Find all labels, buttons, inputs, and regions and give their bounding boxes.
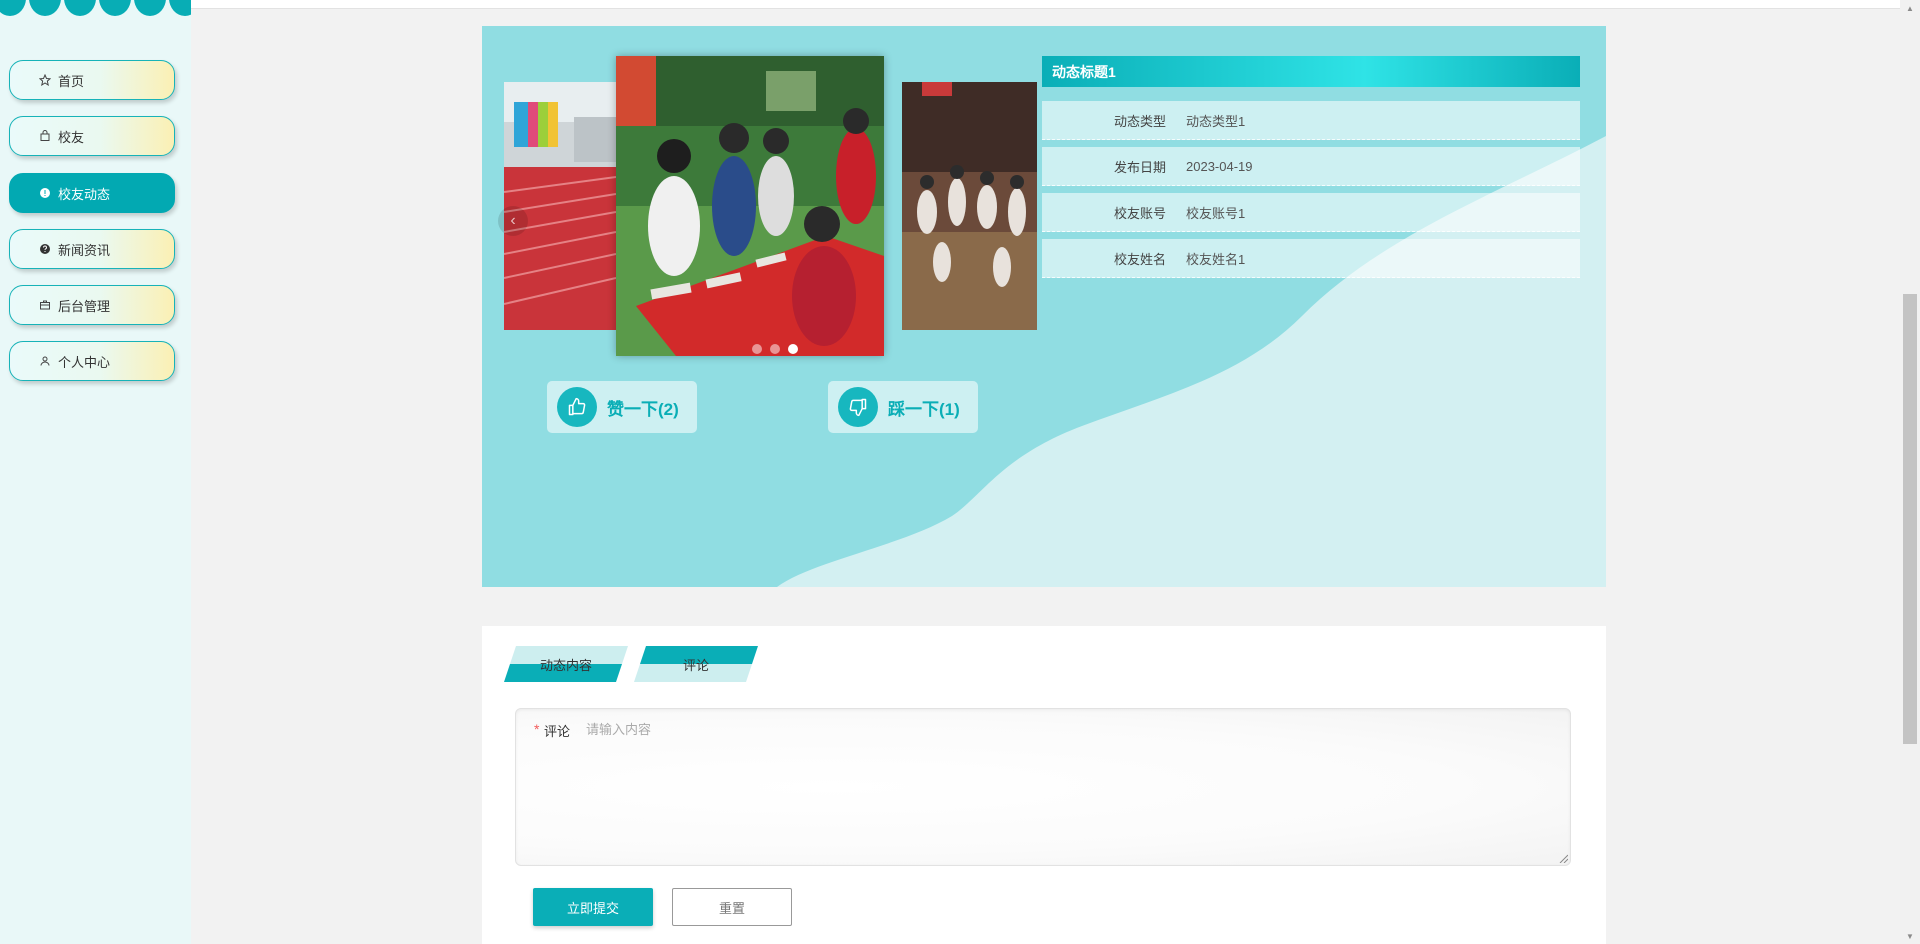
top-header-strip [191,0,1900,9]
carousel-dot-active[interactable] [788,344,798,354]
user-icon [38,354,52,368]
scroll-down-arrow-icon[interactable]: ▼ [1900,928,1920,944]
tab-label: 评论 [682,657,709,673]
info-row-type: 动态类型 动态类型1 [1042,101,1580,140]
tab-label: 动态内容 [539,657,592,673]
detail-info: 动态标题1 动态类型 动态类型1 发布日期 2023-04-19 校友账号 校友… [1042,56,1580,278]
info-label: 校友账号 [1113,205,1166,221]
required-mark: * [534,721,540,737]
info-label: 动态类型 [1113,113,1166,129]
sidebar-item-profile[interactable]: 个人中心 [9,341,175,381]
comment-input[interactable] [584,717,1558,861]
briefcase-icon [38,298,52,312]
info-value: 动态类型1 [1186,113,1246,129]
star-icon [38,73,52,87]
info-row-account: 校友账号 校友账号1 [1042,193,1580,232]
tab-comments[interactable]: 评论 [634,646,758,682]
sidebar-item-alumni-news[interactable]: 校友动态 [9,173,175,213]
tab-content[interactable]: 动态内容 [504,646,628,682]
sidebar-scallop-decoration [0,0,191,16]
carousel-slide-right[interactable] [902,82,1037,330]
resize-handle-icon[interactable] [1558,853,1568,863]
detail-panel: ‹ 赞一下(2) 踩一下(1) 动态标题1 动态类型 动态类型1 发布日期 20… [482,26,1606,587]
sidebar-item-label: 后台管理 [58,298,111,314]
info-circle-icon [38,186,52,200]
submit-button[interactable]: 立即提交 [533,888,653,926]
page-scrollbar[interactable]: ▲ ▼ [1900,0,1920,944]
scrollbar-thumb[interactable] [1903,294,1917,744]
thumbs-down-icon [838,387,878,427]
sidebar-item-label: 校友动态 [58,186,111,202]
sidebar: 首页 校友 校友动态 新闻资讯 后台管理 个人中心 [0,0,191,944]
sidebar-item-home[interactable]: 首页 [9,60,175,100]
content-tabs-panel: 动态内容 评论 * 评论 立即提交 重置 [482,626,1606,944]
info-row-date: 发布日期 2023-04-19 [1042,147,1580,186]
sidebar-item-alumni[interactable]: 校友 [9,116,175,156]
comment-label: 评论 [544,724,571,739]
image-carousel[interactable]: ‹ [498,56,1037,356]
sidebar-item-news[interactable]: 新闻资讯 [9,229,175,269]
like-button[interactable]: 赞一下(2) [547,381,697,433]
info-row-name: 校友姓名 校友姓名1 [1042,239,1580,278]
dislike-button[interactable]: 踩一下(1) [828,381,978,433]
like-label: 赞一下(2) [607,399,679,419]
carousel-slide-center[interactable] [616,56,884,356]
info-value: 2023-04-19 [1186,158,1253,174]
sidebar-item-label: 个人中心 [58,354,111,370]
carousel-dot[interactable] [752,344,762,354]
sidebar-item-label: 校友 [58,129,85,145]
carousel-prev-arrow[interactable]: ‹ [498,206,528,236]
sidebar-item-label: 首页 [58,73,85,89]
info-value: 校友账号1 [1186,205,1246,221]
info-label: 校友姓名 [1113,251,1166,267]
carousel-dot[interactable] [770,344,780,354]
sidebar-item-label: 新闻资讯 [58,242,111,258]
comment-form-field: * 评论 [515,708,1571,866]
scroll-up-arrow-icon[interactable]: ▲ [1900,0,1920,16]
question-circle-icon [38,242,52,256]
carousel-indicators [752,344,798,354]
reset-button[interactable]: 重置 [672,888,792,926]
carousel-slide-left[interactable] [504,82,616,330]
info-label: 发布日期 [1113,159,1166,175]
bag-icon [38,129,52,143]
sidebar-item-admin[interactable]: 后台管理 [9,285,175,325]
thumbs-up-icon [557,387,597,427]
post-title: 动态标题1 [1042,56,1580,87]
dislike-label: 踩一下(1) [888,399,960,419]
info-value: 校友姓名1 [1186,251,1246,267]
